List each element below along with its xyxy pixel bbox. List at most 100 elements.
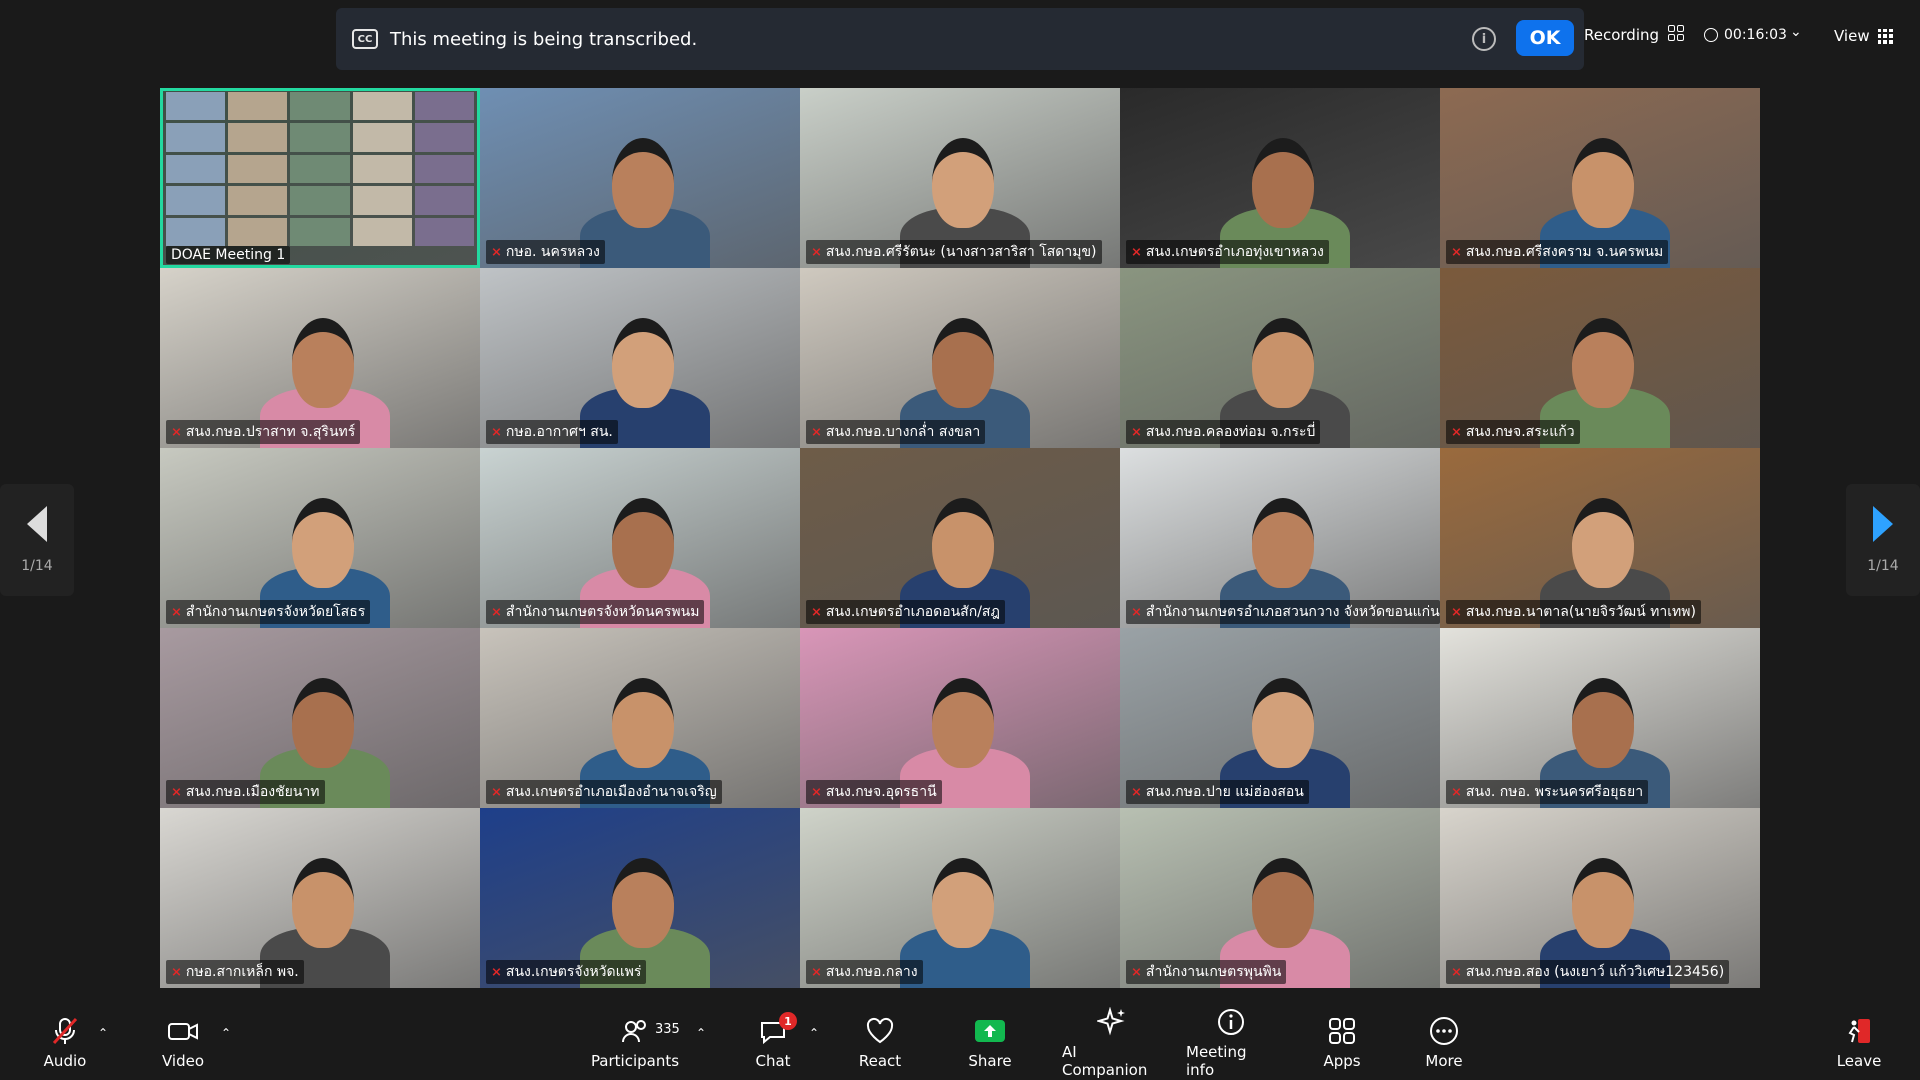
video-tile[interactable]: ⨯ สนง.กษอ.ปาย แม่ฮ่องสอน <box>1120 628 1440 808</box>
audio-button[interactable]: Audio <box>40 1006 90 1080</box>
participant-face <box>1252 318 1314 408</box>
share-label: Share <box>968 1052 1012 1070</box>
chat-options-caret-icon[interactable]: ⌃ <box>809 1026 819 1040</box>
more-label: More <box>1425 1052 1463 1070</box>
info-icon[interactable]: i <box>1472 27 1496 51</box>
more-icon <box>1429 1016 1459 1046</box>
video-tile[interactable]: ⨯ สำนักงานเกษตรจังหวัดยโสธร <box>160 448 480 628</box>
video-tile[interactable]: ⨯ สำนักงานเกษตรจังหวัดนครพนม <box>480 448 800 628</box>
view-label: View <box>1834 27 1870 45</box>
participant-name: สนง.กษอ.คลองท่อม จ.กระบี่ <box>1145 424 1316 440</box>
video-tile[interactable]: ⨯ สนง.กษอ.กลาง <box>800 808 1120 988</box>
video-tile[interactable]: ⨯ สนง.กษอ.ศรีรัตนะ (นางสาวสาริสา โสดามุข) <box>800 88 1120 268</box>
video-tile[interactable]: ⨯ สนง.เกษตรอำเภอทุ่งเขาหลวง <box>1120 88 1440 268</box>
apps-button[interactable]: Apps <box>1322 1006 1362 1080</box>
participant-face <box>292 678 354 768</box>
mic-muted-icon: ⨯ <box>1131 604 1142 620</box>
mic-muted-icon: ⨯ <box>491 424 502 440</box>
share-screen-icon <box>974 1016 1006 1046</box>
participant-face <box>612 498 674 588</box>
video-tile[interactable]: ⨯ กษอ.อากาศฯ สน. <box>480 268 800 448</box>
closed-caption-icon: CC <box>352 29 378 49</box>
ai-companion-button[interactable]: AI Companion <box>1062 1006 1162 1080</box>
participant-name: สนง.กษจ.สระแก้ว <box>1465 424 1575 440</box>
layout-icon[interactable] <box>1668 25 1684 41</box>
participants-options-caret-icon[interactable]: ⌃ <box>696 1026 706 1040</box>
participant-name: สนง.กษอ.สอง (นงเยาว์ แก้ววิเศษ123456) <box>1465 964 1725 980</box>
video-tile[interactable]: ⨯ สำนักงานเกษตรอำเภอสวนกวาง จังหวัดขอนแก่… <box>1120 448 1440 628</box>
participant-name-tag: ⨯ สำนักงานเกษตรจังหวัดยโสธร <box>166 600 371 624</box>
react-button[interactable]: React <box>858 1006 902 1080</box>
video-tile[interactable]: ⨯ สนง.เกษตรอำเภอเมืองอำนาจเจริญ <box>480 628 800 808</box>
video-tile[interactable]: ⨯ สำนักงานเกษตรพุนพิน <box>1120 808 1440 988</box>
participant-face <box>932 138 994 228</box>
page-indicator-left: 1/14 <box>21 558 53 574</box>
video-tile[interactable]: ⨯ สนง.กษจ.อุดรธานี <box>800 628 1120 808</box>
participant-name-tag: ⨯ สนง. กษอ. พระนครศรีอยุธยา <box>1446 780 1649 804</box>
view-button[interactable]: View <box>1834 27 1893 45</box>
video-gallery: DOAE Meeting 1 ⨯ กษอ. นครหลวง ⨯ สนง.กษอ.ศรีร… <box>160 88 1760 988</box>
recording-label[interactable]: Recording <box>1584 26 1659 44</box>
mic-muted-icon: ⨯ <box>811 604 822 620</box>
video-options-caret-icon[interactable]: ⌃ <box>221 1026 231 1040</box>
video-tile[interactable]: ⨯ สนง.เกษตรอำเภอดอนสัก/สฎ <box>800 448 1120 628</box>
participant-name: สนง.กษอ.นาตาล(นายจิรวัฒน์ ทาเทพ) <box>1465 604 1696 620</box>
chevron-down-icon[interactable]: ⌄ <box>1790 24 1802 40</box>
chat-button[interactable]: 1 Chat <box>752 1006 797 1080</box>
video-tile[interactable]: ⨯ กษอ.สากเหล็ก พจ. <box>160 808 480 988</box>
video-tile[interactable]: DOAE Meeting 1 <box>160 88 480 268</box>
mic-muted-icon: ⨯ <box>1451 604 1462 620</box>
participant-face <box>1252 498 1314 588</box>
video-tile[interactable]: ⨯ สนง.กษอ.เมืองชัยนาท <box>160 628 480 808</box>
ok-button[interactable]: OK <box>1516 20 1574 56</box>
previous-page-button[interactable]: 1/14 <box>0 484 74 596</box>
transcription-banner: CC This meeting is being transcribed. i … <box>336 8 1584 70</box>
participant-face <box>612 318 674 408</box>
participant-name: สนง.กษอ.ศรีรัตนะ (นางสาวสาริสา โสดามุข) <box>825 244 1097 260</box>
video-button[interactable]: Video <box>158 1006 208 1080</box>
mic-muted-icon: ⨯ <box>171 424 182 440</box>
leave-button[interactable]: Leave <box>1837 1006 1881 1080</box>
more-button[interactable]: More <box>1424 1006 1464 1080</box>
share-button[interactable]: Share <box>968 1006 1012 1080</box>
participant-name: สำนักงานเกษตรจังหวัดยโสธร <box>185 604 366 620</box>
clock-icon <box>1704 28 1718 42</box>
video-tile[interactable]: ⨯ สนง.เกษตรจังหวัดแพร่ <box>480 808 800 988</box>
participant-face <box>1572 858 1634 948</box>
participant-face <box>292 858 354 948</box>
participant-name: สำนักงานเกษตรพุนพิน <box>1145 964 1282 980</box>
participant-name-tag: ⨯ สนง.เกษตรจังหวัดแพร่ <box>486 960 647 984</box>
video-tile[interactable]: ⨯ สนง.กษอ.บางกล่ำ สงขลา <box>800 268 1120 448</box>
participant-face <box>932 318 994 408</box>
audio-label: Audio <box>43 1052 87 1070</box>
meeting-info-label: Meeting info <box>1186 1043 1247 1079</box>
participant-name-tag: ⨯ สนง.เกษตรอำเภอเมืองอำนาจเจริญ <box>486 780 722 804</box>
video-tile[interactable]: ⨯ กษอ. นครหลวง <box>480 88 800 268</box>
video-tile[interactable]: ⨯ สนง.กษอ.ปราสาท จ.สุรินทร์ <box>160 268 480 448</box>
participants-button[interactable]: 335 Participants <box>590 1006 680 1080</box>
video-tile[interactable]: ⨯ สนง. กษอ. พระนครศรีอยุธยา <box>1440 628 1760 808</box>
participant-name-tag: ⨯ สนง.กษจ.สระแก้ว <box>1446 420 1580 444</box>
meeting-toolbar: Audio ⌃ Video ⌃ 335 Participants ⌃ 1 Cha… <box>0 1006 1920 1080</box>
participant-face <box>932 678 994 768</box>
participant-face <box>612 138 674 228</box>
video-tile[interactable]: ⨯ สนง.กษอ.ศรีสงคราม จ.นครพนม <box>1440 88 1760 268</box>
participant-face <box>1252 138 1314 228</box>
mic-muted-icon: ⨯ <box>811 784 822 800</box>
participant-name: สนง.กษอ.เมืองชัยนาท <box>185 784 320 800</box>
page-indicator-right: 1/14 <box>1867 558 1899 574</box>
participant-face <box>1572 138 1634 228</box>
meeting-info-button[interactable]: Meeting info <box>1186 1006 1276 1080</box>
participants-label: Participants <box>590 1052 680 1070</box>
audio-options-caret-icon[interactable]: ⌃ <box>98 1026 108 1040</box>
participant-thumbnails <box>166 92 474 246</box>
participant-name-tag: ⨯ สนง.กษจ.อุดรธานี <box>806 780 942 804</box>
video-tile[interactable]: ⨯ สนง.กษจ.สระแก้ว <box>1440 268 1760 448</box>
video-label: Video <box>161 1052 205 1070</box>
video-tile[interactable]: ⨯ สนง.กษอ.นาตาล(นายจิรวัฒน์ ทาเทพ) <box>1440 448 1760 628</box>
mic-muted-icon: ⨯ <box>1451 424 1462 440</box>
leave-icon <box>1844 1016 1874 1046</box>
next-page-button[interactable]: 1/14 <box>1846 484 1920 596</box>
video-tile[interactable]: ⨯ สนง.กษอ.สอง (นงเยาว์ แก้ววิเศษ123456) <box>1440 808 1760 988</box>
video-tile[interactable]: ⨯ สนง.กษอ.คลองท่อม จ.กระบี่ <box>1120 268 1440 448</box>
